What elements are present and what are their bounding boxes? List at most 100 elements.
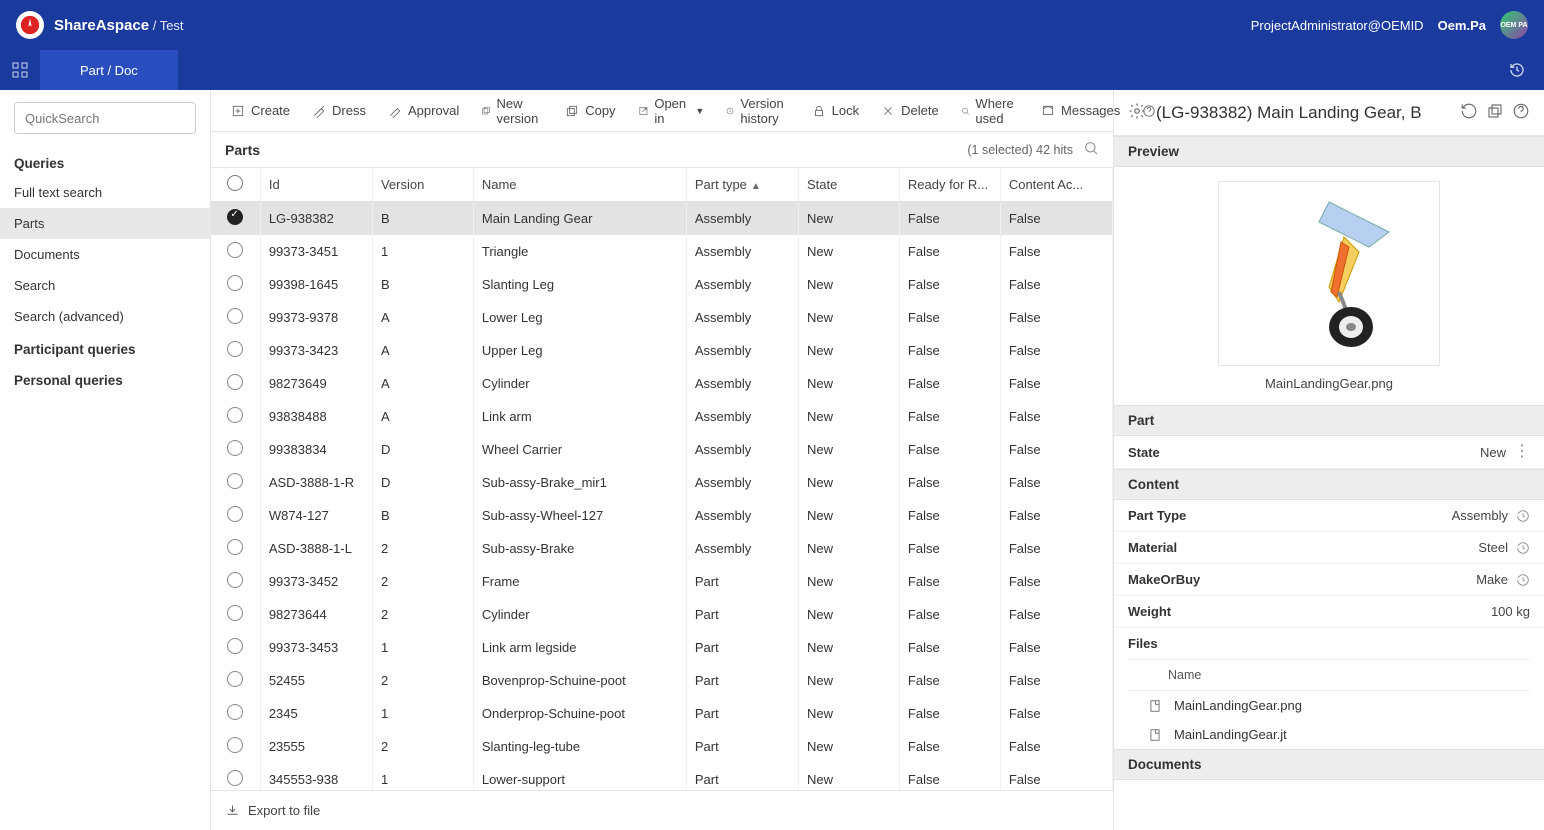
sidebar-item[interactable]: Full text search [0,177,210,208]
row-checkbox[interactable] [227,407,243,423]
help-icon[interactable] [1132,98,1166,124]
new-version-button[interactable]: New version [471,90,553,132]
row-checkbox[interactable] [227,737,243,753]
sidebar-item[interactable]: Documents [0,239,210,270]
sidebar: Queries Full text searchPartsDocumentsSe… [0,90,211,830]
list-footer: Export to file [211,790,1113,830]
refresh-icon[interactable] [1460,102,1478,123]
row-checkbox[interactable] [227,308,243,324]
row-checkbox[interactable] [227,275,243,291]
messages-button[interactable]: Messages [1031,97,1130,124]
zoom-icon[interactable] [1083,140,1099,159]
copy-button[interactable]: Copy [555,97,625,124]
more-icon[interactable]: ⋮ [1514,444,1530,460]
prop-part-type: Part Type Assembly [1114,500,1544,532]
tab-part-doc[interactable]: Part / Doc [40,50,178,90]
prop-material: Material Steel [1114,532,1544,564]
where-used-button[interactable]: Where used [951,90,1029,132]
row-checkbox[interactable] [227,374,243,390]
col-select[interactable] [211,168,260,202]
prop-state: State New⋮ [1114,436,1544,469]
row-checkbox[interactable] [227,506,243,522]
dress-button[interactable]: Dress [302,97,376,124]
open-in-button[interactable]: Open in ▼ [628,90,715,132]
details-panel: (LG-938382) Main Landing Gear, B Preview [1114,90,1544,830]
row-checkbox[interactable] [227,605,243,621]
approval-button[interactable]: Approval [378,97,469,124]
col-version[interactable]: Version [372,168,473,202]
table-row[interactable]: 524552Bovenprop-Schuine-pootPartNewFalse… [211,664,1113,697]
table-row[interactable]: 99373-34511TriangleAssemblyNewFalseFalse [211,235,1113,268]
table-row[interactable]: 982736442CylinderPartNewFalseFalse [211,598,1113,631]
sidebar-item[interactable]: Search (advanced) [0,301,210,332]
lock-button[interactable]: Lock [802,97,869,124]
prop-weight: Weight 100 kg [1114,596,1544,628]
section-content: Content [1114,469,1544,500]
table-row[interactable]: 23451Onderprop-Schuine-pootPartNewFalseF… [211,697,1113,730]
create-button[interactable]: Create [221,97,300,124]
table-row[interactable]: W874-127BSub-assy-Wheel-127AssemblyNewFa… [211,499,1113,532]
col-content[interactable]: Content Ac... [1000,168,1112,202]
row-checkbox[interactable] [227,539,243,555]
file-row[interactable]: MainLandingGear.png [1128,691,1530,720]
copy-icon[interactable] [1486,102,1504,123]
table-row[interactable]: 98273649ACylinderAssemblyNewFalseFalse [211,367,1113,400]
row-checkbox[interactable] [227,770,243,786]
history-icon[interactable] [1516,541,1530,555]
row-checkbox[interactable] [227,209,243,225]
row-checkbox[interactable] [227,671,243,687]
col-state[interactable]: State [799,168,900,202]
table-row[interactable]: ASD-3888-1-RDSub-assy-Brake_mir1Assembly… [211,466,1113,499]
list-header: Parts (1 selected) 42 hits [211,132,1113,168]
table-row[interactable]: 99398-1645BSlanting LegAssemblyNewFalseF… [211,268,1113,301]
sidebar-section-participant[interactable]: Participant queries [0,332,210,363]
row-checkbox[interactable] [227,704,243,720]
history-icon[interactable] [1500,53,1534,87]
table-row[interactable]: 345553-9381Lower-supportPartNewFalseFals… [211,763,1113,790]
col-name[interactable]: Name [473,168,686,202]
detail-help-icon[interactable] [1512,102,1530,123]
export-button[interactable]: Export to file [225,803,320,818]
parts-table[interactable]: Id Version Name Part type▲ State Ready f… [211,168,1113,790]
app-logo[interactable] [16,11,44,39]
preview-thumbnail[interactable] [1218,181,1440,366]
project-admin-label: ProjectAdministrator@OEMID [1251,18,1424,33]
user-name[interactable]: Oem.Pa [1438,18,1486,33]
section-preview: Preview [1114,136,1544,167]
prop-files: Files [1114,628,1544,659]
brand-name: ShareAspace / Test [54,17,184,34]
row-checkbox[interactable] [227,242,243,258]
table-row[interactable]: 99373-34531Link arm legsidePartNewFalseF… [211,631,1113,664]
row-checkbox[interactable] [227,440,243,456]
table-row[interactable]: 99383834DWheel CarrierAssemblyNewFalseFa… [211,433,1113,466]
table-row[interactable]: 93838488ALink armAssemblyNewFalseFalse [211,400,1113,433]
col-id[interactable]: Id [260,168,372,202]
row-checkbox[interactable] [227,572,243,588]
table-row[interactable]: ASD-3888-1-L2Sub-assy-BrakeAssemblyNewFa… [211,532,1113,565]
row-checkbox[interactable] [227,341,243,357]
apps-icon[interactable] [0,50,40,90]
col-ready[interactable]: Ready for R... [899,168,1000,202]
chevron-down-icon: ▼ [695,106,704,116]
history-icon[interactable] [1516,573,1530,587]
quicksearch-input[interactable] [14,102,196,134]
table-row[interactable]: 235552Slanting-leg-tubePartNewFalseFalse [211,730,1113,763]
history-icon[interactable] [1516,509,1530,523]
sidebar-item[interactable]: Parts [0,208,210,239]
row-checkbox[interactable] [227,638,243,654]
delete-button[interactable]: Delete [871,97,949,124]
table-row[interactable]: 99373-3423AUpper LegAssemblyNewFalseFals… [211,334,1113,367]
row-checkbox[interactable] [227,473,243,489]
table-row[interactable]: 99373-34522FramePartNewFalseFalse [211,565,1113,598]
table-row[interactable]: 99373-9378ALower LegAssemblyNewFalseFals… [211,301,1113,334]
prop-makeorbuy: MakeOrBuy Make [1114,564,1544,596]
sidebar-section-personal[interactable]: Personal queries [0,363,210,394]
table-row[interactable]: LG-938382BMain Landing GearAssemblyNewFa… [211,202,1113,236]
tab-bar: Part / Doc [0,50,1544,90]
version-history-button[interactable]: Version history [716,90,799,132]
col-part-type[interactable]: Part type▲ [686,168,798,202]
preview-filename: MainLandingGear.png [1128,376,1530,391]
sidebar-item[interactable]: Search [0,270,210,301]
avatar[interactable]: OEM PA [1500,11,1528,39]
file-row[interactable]: MainLandingGear.jt [1128,720,1530,749]
